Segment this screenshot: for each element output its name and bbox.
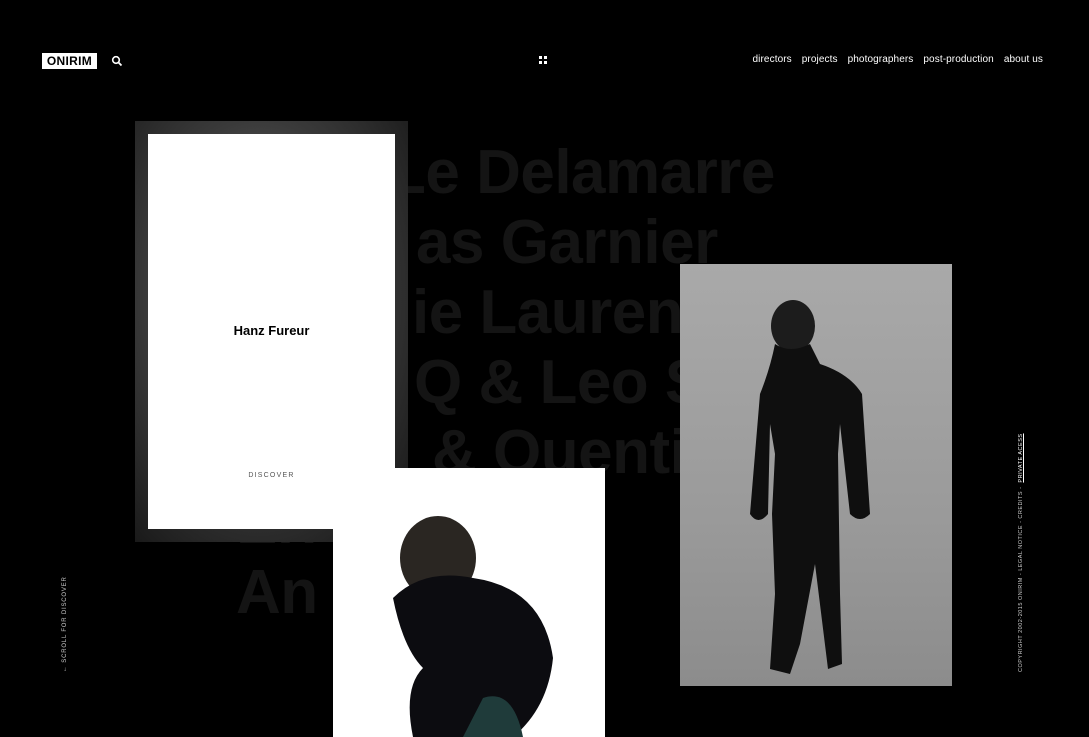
legal-text[interactable]: COPYRIGHT 2002-2015 ONIRIM - LEGAL NOTIC… [1018,487,1024,672]
card-title: Hanz Fureur [233,323,310,338]
footer-legal: COPYRIGHT 2002-2015 ONIRIM - LEGAL NOTIC… [1018,433,1024,672]
main-nav: directors projects photographers post-pr… [753,54,1043,65]
nav-post-production[interactable]: post-production [923,54,993,65]
private-access-link[interactable]: PRIVATE ACESS [1018,433,1024,482]
logo[interactable]: ONIRIM [42,53,97,69]
search-icon[interactable] [111,54,123,67]
nav-about-us[interactable]: about us [1004,54,1043,65]
nav-photographers[interactable]: photographers [848,54,914,65]
nav-projects[interactable]: projects [802,54,838,65]
nav-directors[interactable]: directors [753,54,792,65]
grid-icon[interactable] [539,56,547,64]
header: ONIRIM directors projects photographers … [0,0,1089,120]
model-photo [680,264,952,686]
scroll-hint: ← SCROLL FOR DISCOVER [62,576,68,672]
fur-coat-photo [333,468,605,737]
